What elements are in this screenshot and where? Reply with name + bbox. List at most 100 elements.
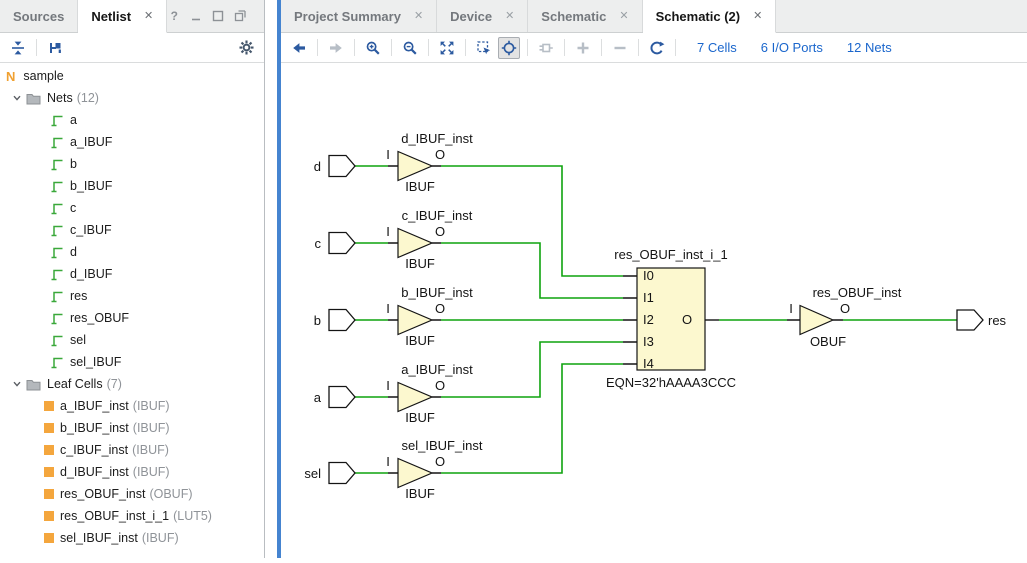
tree-item-cell[interactable]: b_IBUF_inst(IBUF): [0, 417, 264, 439]
tab-device[interactable]: Device ✕: [437, 0, 528, 32]
regenerate-icon[interactable]: [646, 37, 668, 59]
settings-gear-icon[interactable]: [235, 37, 257, 59]
cell-label: a_IBUF_inst: [60, 399, 129, 413]
tree-item-net[interactable]: b: [0, 153, 264, 175]
port-c[interactable]: [329, 233, 355, 254]
cell-type: (OBUF): [149, 487, 192, 501]
cell-type-label: IBUF: [405, 256, 435, 271]
cell-icon: [44, 511, 54, 521]
net-icon: [50, 267, 64, 282]
tab-schematic-2[interactable]: Schematic (2) ✕: [643, 0, 777, 33]
cell-lut5: res_OBUF_inst_i_1 I0 I1 I2 I3 I4 O EQN=3…: [606, 247, 736, 390]
zoom-selection-icon[interactable]: [473, 37, 495, 59]
net-label: sel: [70, 333, 86, 347]
port-label: c: [315, 236, 322, 251]
tree-item-cell[interactable]: res_OBUF_inst(OBUF): [0, 483, 264, 505]
tree-item-net[interactable]: sel_IBUF: [0, 351, 264, 373]
buffer-triangle[interactable]: [398, 383, 432, 412]
cell-a-ibuf: a I O a_IBUF_inst IBUF: [314, 362, 473, 425]
cell-type: (LUT5): [173, 509, 212, 523]
net-icon: [50, 245, 64, 260]
minimize-icon[interactable]: [189, 9, 203, 23]
port-a[interactable]: [329, 387, 355, 408]
back-icon[interactable]: [288, 37, 310, 59]
forward-icon[interactable]: [325, 37, 347, 59]
tab-schematic[interactable]: Schematic ✕: [528, 0, 642, 32]
autofit-selection-icon[interactable]: [498, 37, 520, 59]
net-icon: [50, 113, 64, 128]
net-sel-ibuf[interactable]: [441, 364, 623, 473]
netlist-root-icon: N: [6, 69, 15, 84]
io-ports-count[interactable]: 6 I/O Ports: [761, 40, 823, 55]
cell-type-label: IBUF: [405, 333, 435, 348]
close-icon[interactable]: ✕: [619, 11, 628, 22]
tree-item-cell[interactable]: d_IBUF_inst(IBUF): [0, 461, 264, 483]
float-icon[interactable]: [233, 9, 247, 23]
netlist-toolbar: [0, 33, 264, 63]
net-label: d: [70, 245, 77, 259]
pin-label-i4: I4: [643, 356, 654, 371]
buffer-triangle[interactable]: [398, 152, 432, 181]
instance-label: a_IBUF_inst: [401, 362, 473, 377]
expand-cone-icon[interactable]: [535, 37, 557, 59]
close-icon[interactable]: ✕: [144, 11, 153, 22]
tree-item-net[interactable]: b_IBUF: [0, 175, 264, 197]
collapse-all-icon[interactable]: [7, 37, 29, 59]
cell-c-ibuf: c I O c_IBUF_inst IBUF: [315, 208, 473, 271]
port-sel[interactable]: [329, 463, 355, 484]
cell-type-label: IBUF: [405, 410, 435, 425]
tree-item-cell[interactable]: sel_IBUF_inst(IBUF): [0, 527, 264, 549]
close-icon[interactable]: ✕: [505, 11, 514, 22]
tree-item-cell[interactable]: c_IBUF_inst(IBUF): [0, 439, 264, 461]
tree-item-net[interactable]: sel: [0, 329, 264, 351]
port-res[interactable]: [957, 310, 983, 330]
cell-label: d_IBUF_inst: [60, 465, 129, 479]
tab-project-summary[interactable]: Project Summary ✕: [281, 0, 437, 32]
buffer-triangle[interactable]: [398, 306, 432, 335]
chevron-down-icon[interactable]: [12, 379, 22, 389]
port-b[interactable]: [329, 310, 355, 331]
zoom-fit-icon[interactable]: [436, 37, 458, 59]
buffer-triangle[interactable]: [800, 306, 833, 335]
port-label: b: [314, 313, 321, 328]
tree-item-net[interactable]: res: [0, 285, 264, 307]
nets-count[interactable]: 12 Nets: [847, 40, 892, 55]
tree-item-cell[interactable]: res_OBUF_inst_i_1(LUT5): [0, 505, 264, 527]
tree-root-sample[interactable]: N sample: [0, 65, 264, 87]
tree-item-net[interactable]: a: [0, 109, 264, 131]
help-icon[interactable]: ?: [167, 9, 181, 23]
maximize-icon[interactable]: [211, 9, 225, 23]
tree-item-net[interactable]: a_IBUF: [0, 131, 264, 153]
zoom-in-icon[interactable]: [362, 37, 384, 59]
cell-icon: [44, 467, 54, 477]
port-d[interactable]: [329, 156, 355, 177]
zoom-out-icon[interactable]: [399, 37, 421, 59]
tree-group-leaf-cells[interactable]: Leaf Cells (7): [0, 373, 264, 395]
close-icon[interactable]: ✕: [414, 11, 423, 22]
chevron-down-icon[interactable]: [12, 93, 22, 103]
close-icon[interactable]: ✕: [753, 11, 762, 22]
expand-all-icon[interactable]: [44, 37, 66, 59]
tab-sources[interactable]: Sources: [0, 0, 78, 32]
tree-item-net[interactable]: d_IBUF: [0, 263, 264, 285]
schematic-canvas[interactable]: d I O d_IBUF_inst IBUF c I O c_IBUF_inst…: [281, 63, 1027, 558]
cell-label: sel_IBUF_inst: [60, 531, 138, 545]
buffer-triangle[interactable]: [398, 459, 432, 488]
net-icon: [50, 201, 64, 216]
tree-item-net[interactable]: c_IBUF: [0, 219, 264, 241]
cells-count[interactable]: 7 Cells: [697, 40, 737, 55]
tree-item-net[interactable]: res_OBUF: [0, 307, 264, 329]
buffer-triangle[interactable]: [398, 229, 432, 258]
net-icon: [50, 179, 64, 194]
tree-item-net[interactable]: c: [0, 197, 264, 219]
add-icon[interactable]: [572, 37, 594, 59]
remove-icon[interactable]: [609, 37, 631, 59]
tab-label: Project Summary: [294, 9, 401, 24]
net-label: d_IBUF: [70, 267, 112, 281]
tree-root-label: sample: [23, 69, 63, 83]
tree-item-net[interactable]: d: [0, 241, 264, 263]
tab-netlist[interactable]: Netlist ✕: [78, 0, 167, 33]
tree-group-nets[interactable]: Nets (12): [0, 87, 264, 109]
tree-item-cell[interactable]: a_IBUF_inst(IBUF): [0, 395, 264, 417]
net-icon: [50, 355, 64, 370]
